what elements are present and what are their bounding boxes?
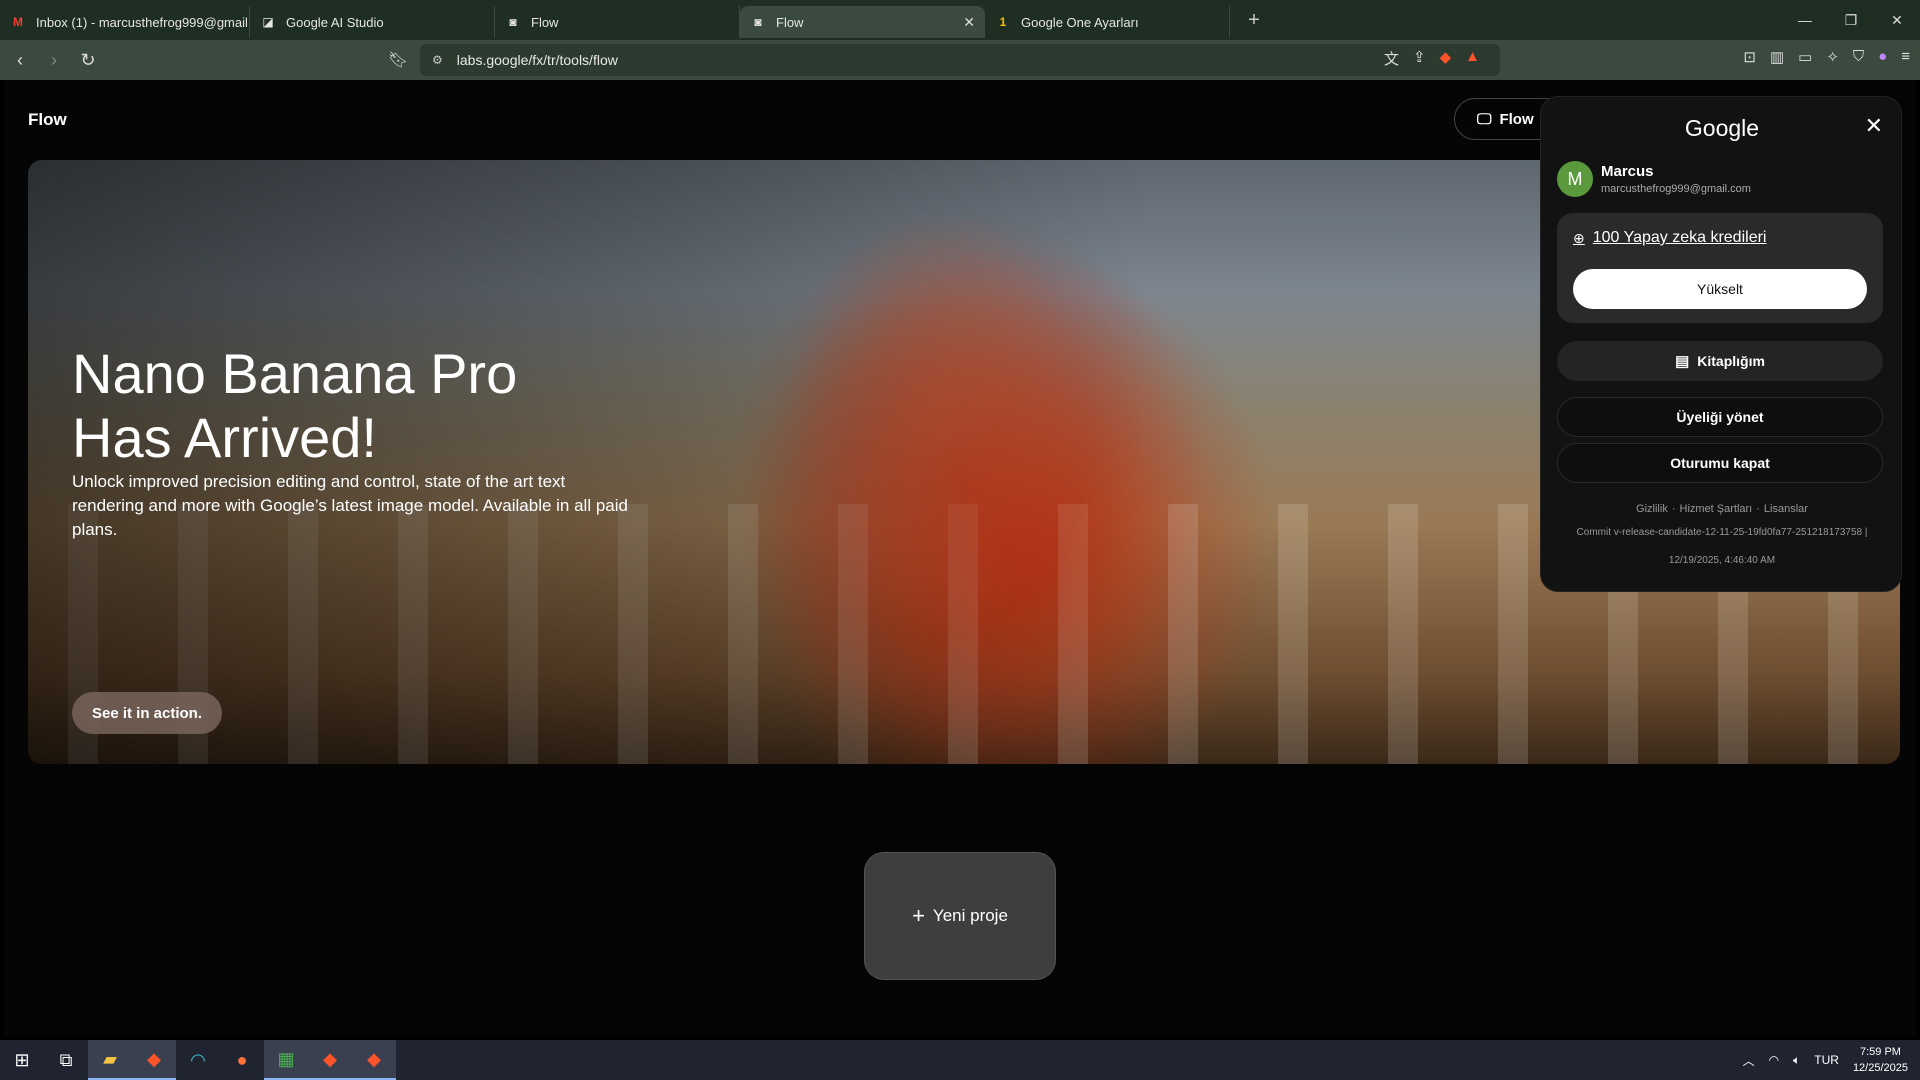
tab-label: Google AI Studio — [286, 14, 384, 30]
flow-icon: ◙ — [509, 15, 517, 29]
brave-browser-icon[interactable]: ◆ — [308, 1040, 352, 1080]
brave-shields-icon[interactable]: ◆ — [1440, 48, 1452, 69]
spreadsheet-app-icon[interactable]: ▦ — [264, 1040, 308, 1080]
credits-label: 100 Yapay zeka kredileri — [1592, 229, 1767, 246]
new-project-label: Yeni proje — [932, 906, 1008, 925]
system-tray: ︿ ◠ 🔈︎ TUR 7:59 PM 12/25/2025 — [1743, 1044, 1920, 1076]
taskbar: ⊞ ⧉ ▰ ◆ ◠ ● ▦ ◆ ◆ ︿ ◠ 🔈︎ TUR 7:59 PM 12/… — [0, 1040, 1920, 1080]
chevron-up-icon[interactable]: ︿ — [1743, 1052, 1755, 1069]
tab-ai-studio[interactable]: ◪ Google AI Studio — [250, 6, 495, 38]
toolbar-actions: ⊡ ▥ ▭ ✧ ⛉ ● ≡ — [1743, 48, 1910, 66]
window-controls: — ❐ ✕ — [1782, 0, 1920, 40]
account-menu: Google ✕ M Marcus marcusthefrog999@gmail… — [1540, 96, 1902, 592]
brave-browser-icon[interactable]: ◆ — [352, 1040, 396, 1080]
leo-ai-icon[interactable]: ✧ — [1826, 48, 1839, 66]
forward-icon[interactable]: › — [40, 46, 68, 74]
credits-panel: ⊕ 100 Yapay zeka kredileri Yükselt — [1557, 213, 1883, 323]
address-bar[interactable]: ⚙ labs.google/fx/tr/tools/flow — [420, 44, 1500, 76]
tab-flow[interactable]: ◙ Flow — [495, 6, 740, 38]
google-one-icon: 1 — [999, 15, 1007, 29]
task-view-icon[interactable]: ⧉ — [44, 1040, 88, 1080]
gmail-icon: M — [13, 15, 23, 29]
restore-icon[interactable]: ❐ — [1828, 0, 1874, 40]
windows-start-icon[interactable]: ⊞ — [0, 1040, 44, 1080]
add-circle-icon: ⊕ — [1573, 229, 1585, 246]
credits-link[interactable]: ⊕ 100 Yapay zeka kredileri — [1573, 229, 1766, 247]
see-it-in-action-button[interactable]: See it in action. — [72, 692, 222, 734]
plus-icon: + — [912, 903, 925, 928]
tab-inbox[interactable]: M Inbox (1) - marcusthefrog999@gmail — [0, 6, 250, 38]
google-logo: Google — [1684, 115, 1760, 141]
account-email: marcusthefrog999@gmail.com — [1601, 183, 1751, 195]
volume-icon[interactable]: 🔈︎ — [1793, 1053, 1800, 1068]
vpn-icon[interactable]: ⛉ — [1853, 48, 1864, 66]
menu-icon[interactable]: ≡ — [1901, 48, 1910, 66]
share-icon[interactable]: ⇪ — [1413, 48, 1426, 69]
tab-google-one[interactable]: 1 Google One Ayarları — [985, 6, 1230, 38]
hero-title-line1: Nano Banana Pro — [72, 342, 518, 405]
address-bar-actions: 文 ⇪ ◆ ▲ — [1384, 48, 1480, 69]
brave-browser-icon[interactable]: ◆ — [132, 1040, 176, 1080]
account-name: Marcus — [1601, 163, 1654, 180]
browser-toolbar: ‹ › ↻ 🔖︎ ⚙ labs.google/fx/tr/tools/flow … — [0, 40, 1920, 80]
back-icon[interactable]: ‹ — [6, 46, 34, 74]
tab-label: Inbox (1) - marcusthefrog999@gmail — [36, 14, 248, 30]
avatar: M — [1557, 161, 1593, 197]
commit-info: Commit v-release-candidate-12-11-25-19fd… — [1576, 527, 1868, 538]
manage-membership-button[interactable]: Üyeliği yönet — [1557, 397, 1883, 437]
tab-flow-active[interactable]: ◙ Flow ✕ — [740, 6, 985, 38]
terms-link[interactable]: Hizmet Şartları — [1680, 503, 1753, 515]
close-window-icon[interactable]: ✕ — [1874, 0, 1920, 40]
file-explorer-icon[interactable]: ▰ — [88, 1040, 132, 1080]
reload-icon[interactable]: ↻ — [74, 46, 102, 74]
tab-label: Google One Ayarları — [1021, 14, 1139, 30]
privacy-link[interactable]: Gizlilik — [1636, 503, 1668, 515]
screenshot-icon[interactable]: ⊡ — [1743, 48, 1756, 66]
hero-title: Nano Banana Pro Has Arrived! — [72, 342, 517, 470]
hero-title-line2: Has Arrived! — [72, 406, 377, 469]
flow-button-label: Flow — [1499, 110, 1534, 128]
commit-date: 12/19/2025, 4:46:40 AM — [1668, 555, 1776, 566]
input-language[interactable]: TUR — [1814, 1053, 1839, 1067]
translate-icon[interactable]: 文 — [1384, 48, 1399, 69]
upgrade-button[interactable]: Yükselt — [1573, 269, 1867, 309]
licenses-link[interactable]: Lisanslar — [1764, 503, 1808, 515]
tab-bar: M Inbox (1) - marcusthefrog999@gmail ◪ G… — [0, 0, 1920, 40]
clock[interactable]: 7:59 PM 12/25/2025 — [1853, 1044, 1908, 1076]
hero-subtitle: Unlock improved precision editing and co… — [72, 472, 628, 539]
url-text: labs.google/fx/tr/tools/flow — [456, 52, 618, 68]
sign-out-button[interactable]: Oturumu kapat — [1557, 443, 1883, 483]
site-settings-icon[interactable]: ⚙ — [432, 53, 443, 67]
new-tab-button[interactable]: + — [1236, 9, 1272, 32]
library-icon: ▤ — [1675, 353, 1690, 370]
brave-rewards-icon[interactable]: ▲ — [1465, 48, 1480, 69]
wallet-icon[interactable]: ▭ — [1798, 48, 1812, 66]
clock-time: 7:59 PM — [1859, 1046, 1901, 1058]
monitor-icon: 🖵︎ — [1477, 110, 1492, 128]
minimize-icon[interactable]: — — [1782, 0, 1828, 40]
ai-studio-icon: ◪ — [262, 15, 274, 29]
library-button[interactable]: ▤ Kitaplığım — [1557, 341, 1883, 381]
tab-label: Flow — [776, 14, 804, 30]
new-project-button[interactable]: + Yeni proje — [864, 852, 1056, 980]
edge-browser-icon[interactable]: ◠ — [176, 1040, 220, 1080]
close-icon[interactable]: ✕ — [1865, 113, 1883, 139]
clock-date: 12/25/2025 — [1852, 1062, 1908, 1074]
firefox-icon[interactable]: ● — [220, 1040, 264, 1080]
network-icon[interactable]: ◠ — [1769, 1053, 1779, 1067]
flow-icon: ◙ — [754, 15, 762, 29]
sidebar-icon[interactable]: ▥ — [1770, 48, 1784, 66]
profile-icon[interactable]: ● — [1878, 48, 1887, 66]
tab-label: Flow — [531, 14, 559, 30]
legal-links: Gizlilik · Hizmet Şartları · Lisanslar — [1636, 503, 1808, 515]
app-title: Flow — [28, 110, 67, 129]
bookmark-icon[interactable]: 🔖︎ — [388, 50, 408, 70]
library-label: Kitaplığım — [1697, 353, 1765, 369]
close-icon[interactable]: ✕ — [963, 14, 975, 31]
